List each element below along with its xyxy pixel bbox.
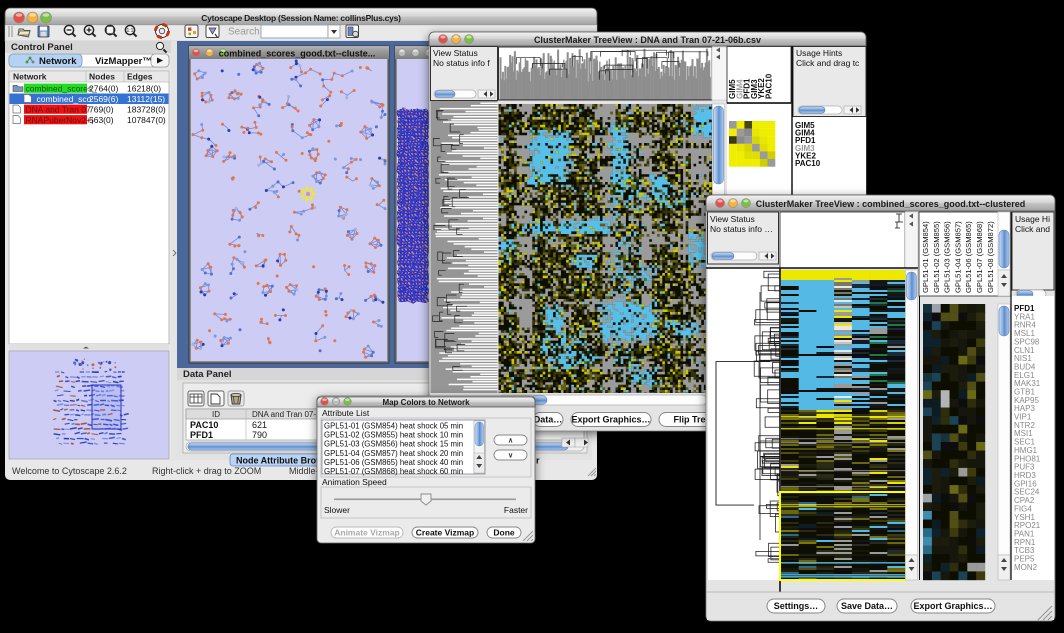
svg-text:Welcome to Cytoscape 2.6.2: Welcome to Cytoscape 2.6.2 — [12, 466, 127, 476]
svg-text:∧: ∧ — [508, 438, 513, 445]
svg-text:∨: ∨ — [508, 453, 513, 460]
svg-text:ClusterMaker TreeView : combin: ClusterMaker TreeView : combined_scores_… — [756, 199, 1025, 209]
svg-text:Usage Hi: Usage Hi — [1015, 214, 1050, 224]
svg-text:Nodes: Nodes — [89, 72, 115, 82]
svg-text:DNA and Tran 07: DNA and Tran 07 — [26, 104, 91, 114]
svg-text:2569(6): 2569(6) — [89, 94, 118, 104]
svg-text:107847(0): 107847(0) — [127, 115, 166, 125]
svg-text:Animate Vizmap: Animate Vizmap — [334, 528, 400, 538]
svg-text:Data Panel: Data Panel — [183, 369, 232, 380]
svg-text:GPL51-03 (GSM856) heat shock 1: GPL51-03 (GSM856) heat shock 15 min — [324, 440, 463, 449]
svg-text:combined_scores_good.txt--clus: combined_scores_good.txt--cluste... — [219, 49, 376, 59]
svg-text:2764(0): 2764(0) — [89, 83, 118, 93]
svg-text:Faster: Faster — [504, 505, 528, 515]
svg-text:16218(0): 16218(0) — [127, 83, 161, 93]
svg-text:183728(0): 183728(0) — [127, 104, 166, 114]
svg-text:790: 790 — [252, 430, 267, 440]
svg-text:563(0): 563(0) — [89, 115, 114, 125]
svg-text:GPL51-04 (GSM857) heat shock 2: GPL51-04 (GSM857) heat shock 20 min — [324, 449, 463, 458]
svg-text:Network: Network — [13, 72, 47, 82]
svg-text:Map Colors to Network: Map Colors to Network — [382, 398, 470, 407]
svg-text:Usage Hints: Usage Hints — [796, 48, 842, 58]
svg-text:Attribute List: Attribute List — [322, 408, 370, 418]
svg-text:Done: Done — [493, 528, 515, 538]
svg-text:Export Graphics…: Export Graphics… — [571, 415, 650, 425]
svg-text:Settings…: Settings… — [774, 601, 819, 611]
svg-text:RNAPuberNov2+¡: RNAPuberNov2+¡ — [26, 115, 94, 125]
svg-text:GPL51-06 (GSM865): GPL51-06 (GSM865) — [964, 221, 973, 293]
svg-text:combined_sco: combined_sco — [37, 94, 92, 104]
svg-text:VizMapper™: VizMapper™ — [95, 56, 152, 67]
svg-text:Export Graphics…: Export Graphics… — [913, 601, 992, 611]
svg-text:PAC10: PAC10 — [765, 73, 774, 99]
svg-text:GPL51-08 (GSM872): GPL51-08 (GSM872) — [986, 221, 995, 293]
svg-text:1:1: 1:1 — [127, 28, 134, 34]
svg-text:PFD1: PFD1 — [190, 430, 213, 440]
svg-text:Data…: Data… — [534, 415, 563, 425]
svg-text:GPL51-01 (GSM854) heat shock 0: GPL51-01 (GSM854) heat shock 05 min — [324, 422, 463, 431]
svg-text:r: r — [536, 456, 540, 466]
svg-text:Middle-: Middle- — [289, 466, 319, 476]
svg-text:Save Data…: Save Data… — [841, 601, 893, 611]
svg-text:PAC10: PAC10 — [190, 420, 218, 430]
svg-text:ID: ID — [212, 410, 220, 419]
svg-text:Click and: Click and — [1015, 224, 1050, 234]
svg-text:Edges: Edges — [127, 72, 153, 82]
svg-text:GPL51-06 (GSM865) heat shock 4: GPL51-06 (GSM865) heat shock 40 min — [324, 458, 463, 467]
svg-text:ClusterMaker TreeView : DNA an: ClusterMaker TreeView : DNA and Tran 07-… — [534, 35, 761, 45]
svg-text:Network: Network — [39, 56, 77, 67]
svg-text:GPL51-07 (GSM868): GPL51-07 (GSM868) — [975, 221, 984, 293]
svg-text:Slower: Slower — [324, 505, 350, 515]
svg-text:Cytoscape Desktop (Session Nam: Cytoscape Desktop (Session Name: collins… — [201, 13, 401, 23]
svg-text:GPL51-03 (GSM856): GPL51-03 (GSM856) — [943, 221, 952, 293]
svg-text:Click and drag tc: Click and drag tc — [796, 58, 860, 68]
svg-text:769(0): 769(0) — [89, 104, 114, 114]
svg-text:Control Panel: Control Panel — [11, 42, 73, 53]
svg-text:GPL51-02 (GSM855): GPL51-02 (GSM855) — [932, 221, 941, 293]
svg-text:621: 621 — [252, 420, 267, 430]
svg-text:MON2: MON2 — [1014, 563, 1038, 572]
svg-text:View Status: View Status — [710, 214, 755, 224]
svg-text:Right-click + drag to ZOOM: Right-click + drag to ZOOM — [152, 466, 261, 476]
svg-text:Search:: Search: — [228, 27, 262, 38]
svg-text:Create Vizmap: Create Vizmap — [416, 528, 474, 538]
svg-text:GPL51-07 (GSM868) heat shock 6: GPL51-07 (GSM868) heat shock 60 min — [324, 467, 463, 476]
svg-text:GPL51-02 (GSM855) heat shock 1: GPL51-02 (GSM855) heat shock 10 min — [324, 431, 463, 440]
svg-text:GPL51-04 (GSM857): GPL51-04 (GSM857) — [953, 221, 962, 293]
svg-text:No status info …: No status info … — [710, 224, 773, 234]
svg-text:View Status: View Status — [433, 48, 478, 58]
svg-text:combined_scores_: combined_scores_ — [26, 83, 98, 93]
svg-text:PAC10: PAC10 — [795, 159, 821, 168]
svg-text:GPL51-01 (GSM854): GPL51-01 (GSM854) — [921, 221, 930, 293]
svg-text:13112(15): 13112(15) — [127, 94, 165, 104]
svg-text:No status info f: No status info f — [433, 58, 490, 68]
svg-text:Animation Speed: Animation Speed — [322, 477, 387, 487]
